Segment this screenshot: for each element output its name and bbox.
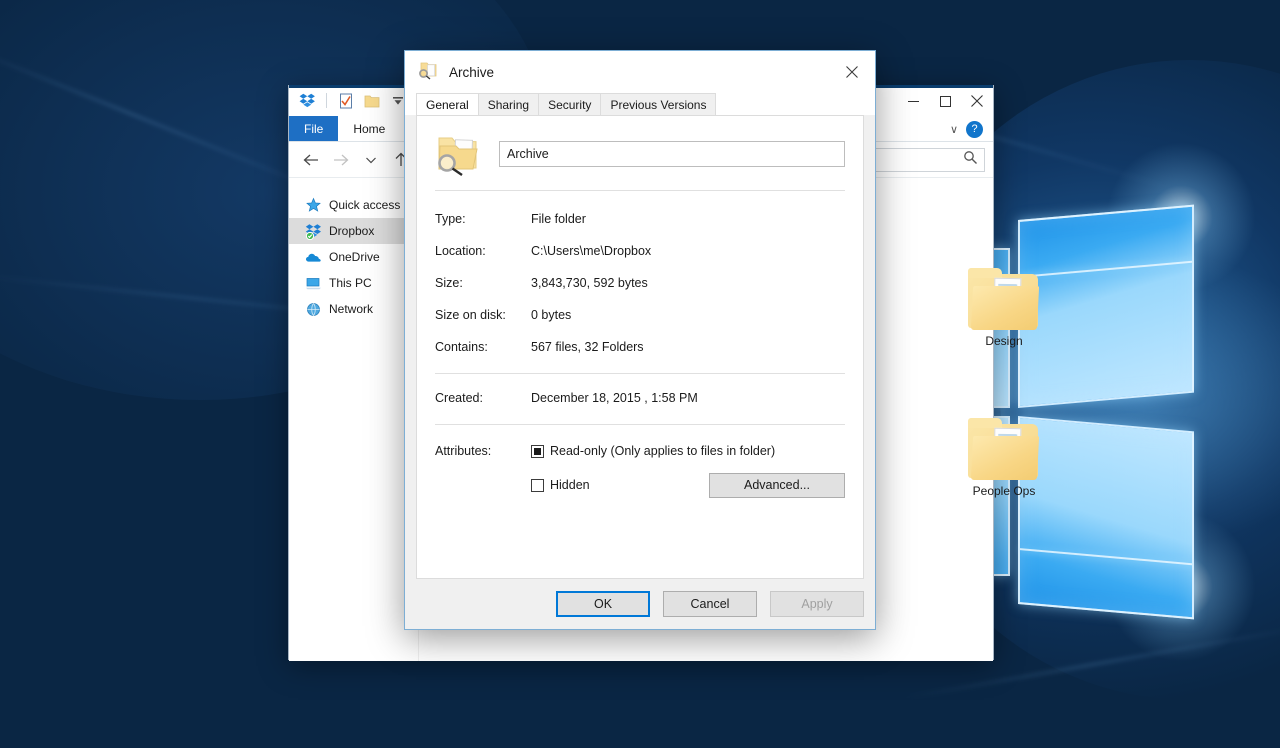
star-icon	[305, 197, 322, 214]
cloud-icon	[305, 249, 322, 266]
property-key: Contains:	[435, 340, 488, 354]
attributes-label: Attributes:	[435, 444, 492, 458]
property-row-type: Type: File folder	[435, 203, 845, 235]
new-folder-icon[interactable]	[362, 91, 382, 111]
qat-separator	[326, 93, 327, 108]
cancel-button[interactable]: Cancel	[663, 591, 757, 617]
tab-previous-versions-label: Previous Versions	[610, 97, 707, 112]
property-row-contains: Contains: 567 files, 32 Folders	[435, 331, 845, 363]
search-icon	[963, 150, 978, 170]
network-icon	[305, 301, 322, 318]
hidden-checkbox-label: Hidden	[550, 478, 590, 492]
ribbon-tab-home-label: Home	[353, 121, 386, 136]
ribbon-tab-home[interactable]: Home	[338, 116, 400, 141]
dialog-footer: OK Cancel Apply	[405, 579, 875, 629]
property-value: C:\Users\me\Dropbox	[531, 244, 652, 258]
quick-access-toolbar[interactable]	[289, 86, 421, 116]
explorer-sidebar[interactable]: Quick access Dropbox OneDrive This PC Ne…	[289, 178, 419, 661]
sidebar-item-quick-access-label: Quick access	[329, 198, 401, 212]
chevron-down-icon[interactable]: ∨	[950, 123, 958, 136]
attribute-row-hidden: Hidden Advanced...	[435, 471, 845, 499]
ribbon-tab-file[interactable]: File	[289, 116, 339, 141]
sidebar-item-dropbox-label: Dropbox	[329, 224, 375, 238]
apply-button[interactable]: Apply	[770, 591, 864, 617]
folder-item-people-ops-label: People Ops	[972, 484, 1036, 498]
tab-sharing[interactable]: Sharing	[477, 93, 540, 115]
property-value: December 18, 2015 , 1:58 PM	[531, 391, 698, 405]
dialog-title-bar[interactable]: Archive	[405, 51, 875, 93]
property-row-size-on-disk: Size on disk: 0 bytes	[435, 299, 845, 331]
property-key: Size on disk:	[435, 308, 506, 322]
back-icon[interactable]	[297, 146, 325, 174]
tab-security-label: Security	[548, 97, 592, 112]
ok-button[interactable]: OK	[556, 591, 650, 617]
folder-item-design[interactable]: Design	[944, 268, 1064, 348]
sidebar-item-dropbox[interactable]: Dropbox	[289, 218, 418, 244]
property-key: Created:	[435, 391, 483, 405]
sidebar-item-network-label: Network	[329, 302, 374, 316]
windows-logo	[988, 142, 1280, 662]
readonly-checkbox-label: Read-only (Only applies to files in fold…	[550, 444, 776, 458]
sidebar-item-onedrive[interactable]: OneDrive	[289, 244, 418, 270]
attributes-section: Attributes: Read-only (Only applies to f…	[435, 425, 845, 499]
property-key: Location:	[435, 244, 486, 258]
ribbon-tab-file-label: File	[304, 121, 324, 136]
tab-general[interactable]: General	[416, 93, 479, 115]
folder-item-people-ops[interactable]: People Ops	[944, 418, 1064, 498]
attribute-row-readonly: Attributes: Read-only (Only applies to f…	[435, 437, 845, 465]
folder-search-icon	[417, 60, 439, 85]
folder-properties-dialog[interactable]: Archive General Sharing Security Previou…	[404, 50, 876, 630]
sidebar-item-this-pc[interactable]: This PC	[289, 270, 418, 296]
dropbox-icon	[305, 223, 322, 240]
properties-list: Type: File folder Location: C:\Users\me\…	[435, 191, 845, 363]
recent-locations-icon[interactable]	[357, 146, 385, 174]
maximize-button[interactable]	[929, 86, 961, 116]
tab-security[interactable]: Security	[538, 93, 602, 115]
advanced-button[interactable]: Advanced...	[709, 472, 845, 498]
dialog-tab-bar[interactable]: General Sharing Security Previous Versio…	[405, 93, 875, 115]
dialog-close-button[interactable]	[829, 51, 875, 93]
folder-icon	[968, 268, 1040, 330]
dropbox-icon[interactable]	[297, 91, 317, 111]
folder-name-row	[435, 132, 845, 190]
property-value: 3,843,730, 592 bytes	[531, 276, 648, 290]
property-value: 567 files, 32 Folders	[531, 340, 644, 354]
tab-sharing-label: Sharing	[487, 97, 530, 112]
tab-previous-versions[interactable]: Previous Versions	[600, 93, 717, 115]
tab-general-label: General	[426, 97, 469, 112]
property-key: Type:	[435, 212, 466, 226]
dialog-general-page: Type: File folder Location: C:\Users\me\…	[416, 115, 864, 579]
property-key: Size:	[435, 276, 463, 290]
property-row-created: Created: December 18, 2015 , 1:58 PM	[435, 382, 845, 414]
sidebar-item-this-pc-label: This PC	[329, 276, 372, 290]
property-value: File folder	[531, 212, 586, 226]
created-section: Created: December 18, 2015 , 1:58 PM	[435, 374, 845, 414]
folder-search-icon	[435, 132, 481, 176]
properties-icon[interactable]	[336, 91, 356, 111]
monitor-icon	[305, 275, 322, 292]
folder-name-input[interactable]	[499, 141, 845, 167]
readonly-checkbox[interactable]	[531, 444, 544, 458]
dialog-title: Archive	[449, 64, 495, 80]
hidden-checkbox[interactable]	[531, 478, 544, 492]
minimize-button[interactable]	[897, 86, 929, 116]
window-controls[interactable]	[897, 86, 993, 116]
forward-icon[interactable]	[327, 146, 355, 174]
help-icon[interactable]: ?	[966, 120, 983, 138]
sidebar-item-network[interactable]: Network	[289, 296, 418, 322]
property-row-location: Location: C:\Users\me\Dropbox	[435, 235, 845, 267]
property-value: 0 bytes	[531, 308, 572, 322]
folder-icon	[968, 418, 1040, 480]
ribbon-right-controls[interactable]: ∨ ?	[950, 116, 989, 142]
close-button[interactable]	[961, 86, 993, 116]
sidebar-item-onedrive-label: OneDrive	[329, 250, 380, 264]
sidebar-item-quick-access[interactable]: Quick access	[289, 192, 418, 218]
property-row-size: Size: 3,843,730, 592 bytes	[435, 267, 845, 299]
folder-item-design-label: Design	[985, 334, 1023, 348]
